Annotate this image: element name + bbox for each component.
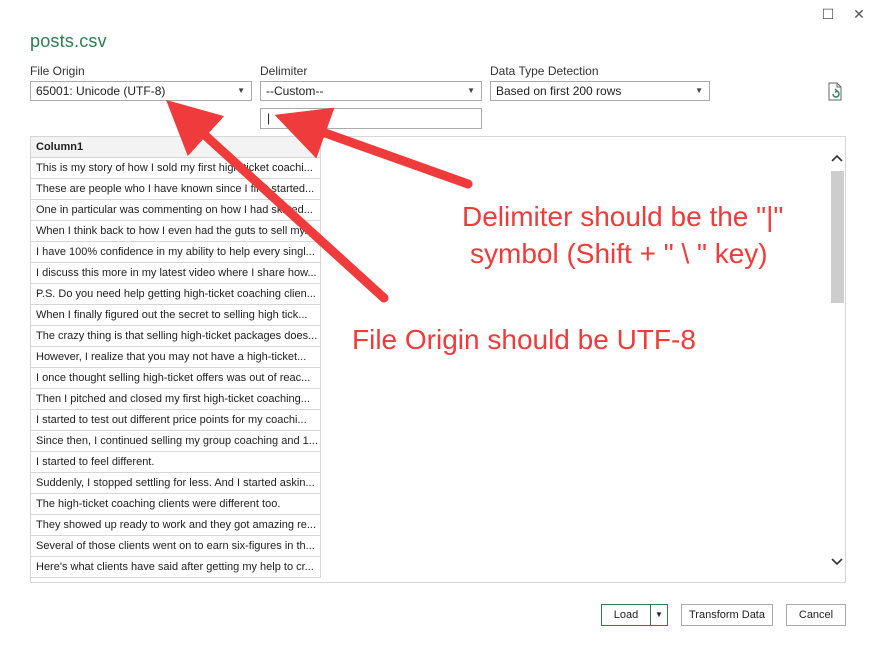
table-row: I once thought selling high-ticket offer…: [31, 368, 321, 389]
table-row: The crazy thing is that selling high-tic…: [31, 326, 321, 347]
table-row: P.S. Do you need help getting high-ticke…: [31, 284, 321, 305]
file-origin-annotation: File Origin should be UTF-8: [352, 324, 696, 355]
chevron-down-icon: ▼: [237, 86, 245, 95]
table-row: These are people who I have known since …: [31, 179, 321, 200]
delimiter-label: Delimiter: [260, 64, 308, 78]
file-origin-select[interactable]: 65001: Unicode (UTF-8) ▼: [30, 81, 252, 101]
maximize-icon[interactable]: ☐: [820, 6, 836, 22]
column-header: Column1: [31, 137, 321, 158]
delimiter-annotation-line1: Delimiter should be the "|": [462, 201, 784, 232]
table-row: One in particular was commenting on how …: [31, 200, 321, 221]
table-row: When I finally figured out the secret to…: [31, 305, 321, 326]
dialog-title: posts.csv: [30, 31, 107, 51]
table-row: I started to feel different.: [31, 452, 321, 473]
table-row: Since then, I continued selling my group…: [31, 431, 321, 452]
table-row: However, I realize that you may not have…: [31, 347, 321, 368]
table-row: Several of those clients went on to earn…: [31, 536, 321, 557]
data-type-detection-value: Based on first 200 rows: [496, 84, 622, 98]
table-row: Here's what clients have said after gett…: [31, 557, 321, 578]
data-type-detection-label: Data Type Detection: [490, 64, 599, 78]
table-row: They showed up ready to work and they go…: [31, 515, 321, 536]
load-dropdown-button[interactable]: ▼: [650, 604, 668, 626]
scroll-down-icon[interactable]: [829, 555, 845, 571]
load-button[interactable]: Load: [601, 604, 651, 626]
table-row: I started to test out different price po…: [31, 410, 321, 431]
close-icon[interactable]: ✕: [851, 6, 867, 22]
custom-delimiter-input[interactable]: |: [260, 108, 482, 129]
table-row: Suddenly, I stopped settling for less. A…: [31, 473, 321, 494]
file-origin-label: File Origin: [30, 64, 85, 78]
scroll-thumb[interactable]: [831, 171, 844, 303]
chevron-down-icon: ▼: [467, 86, 475, 95]
chevron-down-icon: ▼: [655, 610, 663, 619]
transform-data-button[interactable]: Transform Data: [681, 604, 773, 626]
vertical-scrollbar[interactable]: [829, 137, 845, 582]
delimiter-select[interactable]: --Custom-- ▼: [260, 81, 482, 101]
table-row: When I think back to how I even had the …: [31, 221, 321, 242]
table-row: This is my story of how I sold my first …: [31, 158, 321, 179]
table-row: Then I pitched and closed my first high-…: [31, 389, 321, 410]
table-row: I discuss this more in my latest video w…: [31, 263, 321, 284]
table-row: The high-ticket coaching clients were di…: [31, 494, 321, 515]
refresh-icon[interactable]: [826, 82, 844, 102]
column1: Column1 This is my story of how I sold m…: [31, 137, 321, 578]
delimiter-value: --Custom--: [266, 84, 324, 98]
table-row: I have 100% confidence in my ability to …: [31, 242, 321, 263]
cancel-button[interactable]: Cancel: [786, 604, 846, 626]
delimiter-annotation-line2: symbol (Shift + " \ " key): [470, 238, 768, 269]
chevron-down-icon: ▼: [695, 86, 703, 95]
scroll-up-icon[interactable]: [829, 151, 845, 167]
data-type-detection-select[interactable]: Based on first 200 rows ▼: [490, 81, 710, 101]
file-origin-value: 65001: Unicode (UTF-8): [36, 84, 166, 98]
